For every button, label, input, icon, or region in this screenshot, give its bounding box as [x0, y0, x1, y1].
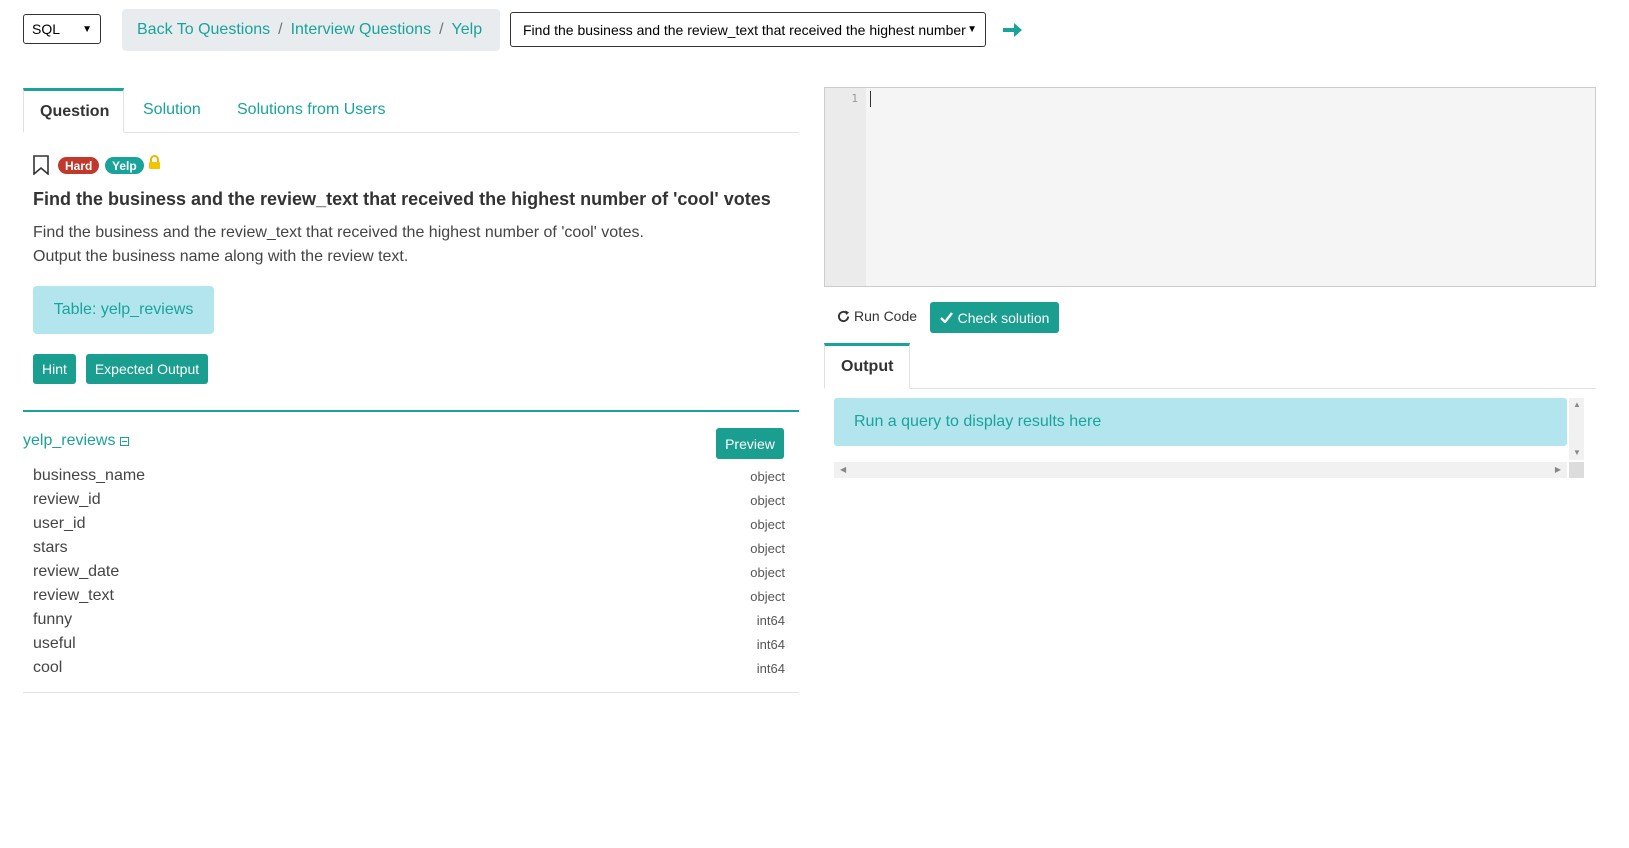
- expected-output-button[interactable]: Expected Output: [86, 354, 208, 384]
- column-type: int64: [756, 612, 785, 628]
- schema-column-row: stars object: [33, 536, 785, 560]
- column-type: object: [750, 564, 785, 580]
- breadcrumb: Back To Questions / Interview Questions …: [122, 9, 500, 51]
- chevron-down-icon: ▼: [82, 23, 92, 35]
- column-name: stars: [33, 539, 68, 556]
- line-number: 1: [851, 92, 858, 105]
- column-type: object: [750, 588, 785, 604]
- column-name: funny: [33, 611, 73, 628]
- run-code-label: Run Code: [854, 308, 918, 324]
- bookmark-icon[interactable]: [32, 155, 50, 175]
- code-editor[interactable]: 1: [824, 87, 1596, 287]
- preview-button[interactable]: Preview: [716, 428, 784, 459]
- breadcrumb-back-to-questions[interactable]: Back To Questions: [137, 21, 270, 39]
- schema-column-row: review_id object: [33, 488, 785, 512]
- language-select-value: SQL: [32, 21, 61, 37]
- schema-column-row: user_id object: [33, 512, 785, 536]
- run-code-button[interactable]: Run Code: [837, 308, 917, 324]
- question-select[interactable]: Find the business and the review_text th…: [510, 12, 986, 47]
- breadcrumb-separator: /: [439, 21, 444, 38]
- horizontal-scrollbar[interactable]: ◀ ▶: [834, 462, 1567, 478]
- lock-icon: [149, 155, 160, 169]
- column-name: review_date: [33, 563, 120, 580]
- schema-column-row: review_date object: [33, 560, 785, 584]
- schema-column-row: review_text object: [33, 584, 785, 608]
- column-type: int64: [756, 660, 785, 676]
- output-tabs: Output: [824, 343, 1596, 389]
- tab-output[interactable]: Output: [824, 343, 911, 389]
- vertical-scrollbar[interactable]: ▲ ▼: [1569, 398, 1584, 460]
- description-line: Output the business name along with the …: [33, 248, 409, 265]
- check-solution-button[interactable]: Check solution: [930, 302, 1059, 333]
- question-select-value: Find the business and the review_text th…: [523, 21, 967, 38]
- scroll-up-icon[interactable]: ▲: [1573, 400, 1581, 409]
- column-name: useful: [33, 635, 76, 652]
- column-type: int64: [756, 636, 785, 652]
- column-name: review_id: [33, 491, 101, 508]
- breadcrumb-interview-questions[interactable]: Interview Questions: [291, 21, 432, 39]
- editor-gutter: 1: [825, 88, 866, 286]
- schema-table-label: yelp_reviews: [23, 432, 116, 449]
- column-type: object: [750, 492, 785, 508]
- table-info-box: Table: yelp_reviews: [33, 286, 214, 334]
- hint-button[interactable]: Hint: [33, 354, 76, 384]
- language-select[interactable]: SQL ▼: [23, 14, 101, 44]
- tab-question[interactable]: Question: [23, 88, 124, 133]
- scrollbar-corner: [1569, 462, 1584, 478]
- schema-column-row: cool int64: [33, 656, 785, 680]
- text-cursor: [870, 91, 871, 107]
- scroll-right-icon[interactable]: ▶: [1555, 465, 1561, 474]
- chevron-down-icon: ▼: [967, 24, 977, 35]
- company-badge: Yelp: [105, 157, 144, 174]
- check-solution-label: Check solution: [957, 309, 1050, 326]
- description-line: Find the business and the review_text th…: [33, 224, 644, 241]
- scroll-down-icon[interactable]: ▼: [1573, 448, 1581, 457]
- output-placeholder: Run a query to display results here: [834, 398, 1567, 446]
- breadcrumb-company[interactable]: Yelp: [452, 21, 483, 39]
- question-title: Find the business and the review_text th…: [33, 189, 771, 209]
- check-icon: [939, 312, 953, 323]
- schema-table-name[interactable]: yelp_reviews: [23, 432, 130, 450]
- schema-column-row: useful int64: [33, 632, 785, 656]
- section-divider: [23, 410, 799, 412]
- question-tabs: Question Solution Solutions from Users: [23, 88, 799, 133]
- arrow-right-icon[interactable]: [1000, 18, 1024, 42]
- column-name: user_id: [33, 515, 86, 532]
- schema-column-row: business_name object: [33, 464, 785, 488]
- refresh-icon: [837, 309, 850, 322]
- column-name: business_name: [33, 467, 146, 484]
- schema-column-row: funny int64: [33, 608, 785, 632]
- breadcrumb-separator: /: [278, 21, 283, 38]
- column-type: object: [750, 468, 785, 484]
- column-type: object: [750, 516, 785, 532]
- column-name: cool: [33, 659, 63, 676]
- difficulty-badge: Hard: [58, 157, 100, 174]
- column-type: object: [750, 540, 785, 556]
- tab-solution[interactable]: Solution: [143, 88, 201, 132]
- question-description: Find the business and the review_text th…: [33, 221, 644, 269]
- scroll-left-icon[interactable]: ◀: [840, 465, 846, 474]
- schema-bottom-divider: [23, 692, 799, 693]
- tab-solutions-from-users[interactable]: Solutions from Users: [237, 88, 386, 132]
- column-name: review_text: [33, 587, 114, 604]
- collapse-icon[interactable]: [120, 436, 130, 446]
